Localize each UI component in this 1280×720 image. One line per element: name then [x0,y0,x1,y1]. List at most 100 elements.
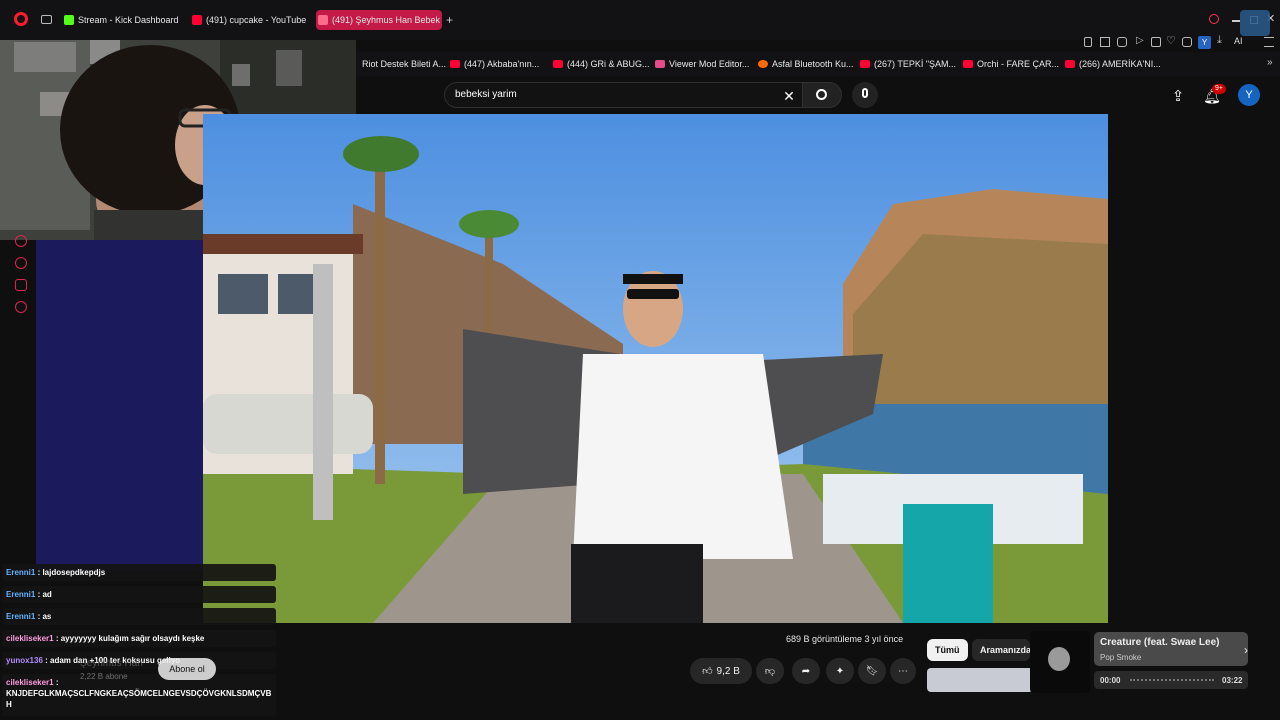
bookmark-item[interactable]: (447) Akbaba'nın... [450,57,539,71]
related-video-thumbnail[interactable] [927,668,1033,692]
video-frame [203,114,1108,623]
chat-username[interactable]: Erenni1 [6,590,35,599]
ai-button[interactable]: AI [1234,36,1243,46]
youtube-favicon-icon [963,60,973,68]
search-button[interactable] [802,82,842,108]
youtube-header: bebeksi yarim ✕ ⇪ 🔔︎ 9+ Y [356,78,1280,114]
new-tab-button[interactable]: + [446,13,453,27]
more-actions-button[interactable]: ⋯ [890,658,916,684]
chat-message: cilekliseker1 : ayyyyyyy kulağım sağır o… [2,630,276,647]
subscribe-button[interactable]: Abone ol [158,658,216,680]
youtube-favicon-icon [192,15,202,25]
bookmark-item[interactable]: (444) GRi & ABUG... [553,57,650,71]
chat-username[interactable]: yunox136 [6,656,43,665]
dislike-button[interactable]: 👎︎ [756,658,784,684]
bookmark-item[interactable]: Viewer Mod Editor... [655,57,749,71]
editor-favicon-icon [655,60,665,68]
user-avatar[interactable]: Y [1238,84,1260,106]
microphone-icon [862,88,868,98]
chat-username[interactable]: Erenni1 [6,612,35,621]
thumbs-down-icon: 👎︎ [764,666,776,677]
chip-all[interactable]: Tümü [927,639,968,661]
minimize-button[interactable] [1232,20,1240,22]
chat-text: ad [42,590,52,599]
chip-label: Tümü [935,645,960,655]
settings-gear-icon[interactable] [15,301,27,313]
next-chevron-icon[interactable]: › [1244,643,1248,657]
more-horizontal-icon: ⋯ [898,665,908,677]
search-query-text: bebeksi yarim [455,89,517,100]
pin-icon[interactable] [1084,37,1092,47]
menu-icon[interactable] [1264,37,1274,47]
bookmark-label: (267) TEPKİ "ŞAM... [874,59,957,69]
chat-message: cilekliseker1 : KNJDEFGLKMAÇSCLFNGKEAÇSÖM… [2,674,276,716]
search-tabs-icon[interactable] [1209,14,1219,24]
like-button[interactable]: 👍︎ 9,2 B [690,658,752,684]
clear-search-icon[interactable]: ✕ [779,86,799,106]
toolbar-icons: ▷ ♡ Y ⤓ AI [1080,34,1280,51]
chat-text: ayyyyyyy kulağım sağır olsaydı keşke [60,634,205,643]
extension-badge-icon [1240,10,1270,36]
chat-username[interactable]: cilekliseker1 [6,678,54,687]
save-button[interactable]: 🔖︎ [858,658,886,684]
left-rail [0,235,36,570]
chat-text: as [42,612,52,621]
bookmark-icon: 🔖︎ [865,665,879,677]
chat-message: Erenni1 : ad [2,586,276,603]
gamepad-icon[interactable] [15,279,27,291]
share-arrow-icon: ➦ [801,665,811,677]
chat-username[interactable]: cilekliseker1 [6,634,54,643]
bookmark-item[interactable]: Orchi - FARE ÇAR... [963,57,1059,71]
chat-text: lajdosepdkepdjs [42,568,106,577]
youtube-favicon-icon [1065,60,1075,68]
search-input[interactable]: bebeksi yarim ✕ [444,82,810,108]
tab-youtube-active[interactable]: (491) Şeyhmus Han Bebek [316,10,442,30]
screenshot-icon[interactable] [1100,37,1110,47]
browser-tab-bar: Stream - Kick Dashboard (491) cupcake - … [0,0,1280,40]
chat-username[interactable]: Erenni1 [6,568,35,577]
voice-search-button[interactable] [852,82,878,108]
chat-text: KNJDEFGLKMAÇSCLFNGKEAÇSÖMCELNGEVSDÇÖVGKN… [6,689,272,709]
bookmark-label: (447) Akbaba'nın... [464,59,540,69]
heart-icon[interactable]: ♡ [1166,34,1176,47]
like-count: 9,2 B [716,665,740,677]
opera-logo-icon[interactable] [14,12,28,26]
track-progress-bar[interactable]: 00:00 03:22 [1094,671,1248,689]
profile-avatar[interactable]: Y [1198,36,1211,49]
share-button[interactable]: ➦ [792,658,820,684]
download-icon[interactable]: ⤓ [1217,34,1222,47]
bookmark-item[interactable]: Asfal Bluetooth Ku... [758,57,854,71]
upload-icon[interactable]: ⇪ [1168,86,1188,106]
time-total: 03:22 [1222,676,1243,685]
snapshot-icon[interactable] [1151,37,1161,47]
tab-kick-dashboard[interactable]: Stream - Kick Dashboard [62,10,179,30]
workspaces-icon[interactable] [41,15,52,24]
tab-youtube-cupcake[interactable]: (491) cupcake - YouTube [190,10,306,30]
bookmark-label: Riot Destek Bileti A... [362,59,447,69]
chat-message: Erenni1 : lajdosepdkepdjs [2,564,276,581]
youtube-favicon-icon [553,60,563,68]
shield-icon[interactable] [1117,37,1127,47]
notification-badge: 9+ [1212,84,1226,94]
tab-label: (491) Şeyhmus Han Bebek [332,15,441,25]
sparkle-icon: ✦ [835,665,845,677]
track-info-card[interactable]: Creature (feat. Swae Lee) Pop Smoke [1094,632,1248,666]
waveform [1130,679,1214,682]
extensions-icon[interactable] [1182,37,1192,47]
bookmark-label: Viewer Mod Editor... [669,59,750,69]
youtube-favicon-icon [860,60,870,68]
bookmark-item[interactable]: (266) AMERİKA'NI... [1065,57,1161,71]
bookmark-item[interactable]: Riot Destek Bileti A... [348,57,446,71]
track-title: Creature (feat. Swae Lee) [1100,637,1220,648]
info-icon[interactable] [15,235,27,247]
clock-icon[interactable] [15,257,27,269]
chip-search-related[interactable]: Aramanızda [972,639,1030,661]
video-player[interactable] [203,114,1108,623]
kick-favicon-icon [64,15,74,25]
channel-name[interactable]: Şeyhmus Han [80,658,143,669]
bookmarks-more-chevron-icon[interactable]: » [1267,57,1273,68]
play-icon[interactable]: ▷ [1136,35,1144,46]
album-art[interactable] [1030,631,1090,693]
bookmark-item[interactable]: (267) TEPKİ "ŞAM... [860,57,956,71]
ask-ai-button[interactable]: ✦ [826,658,854,684]
